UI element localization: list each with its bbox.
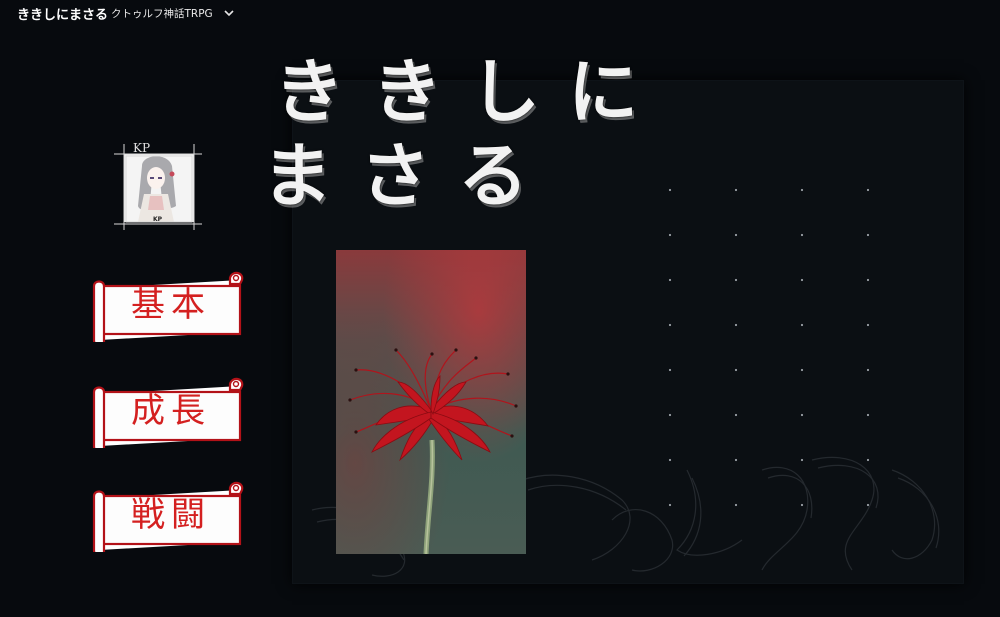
grid-dot	[866, 503, 870, 507]
app-subtitle: クトゥルフ神話TRPG	[111, 8, 213, 20]
chevron-down-icon[interactable]	[222, 5, 236, 19]
grid-dot	[800, 458, 804, 462]
grid-dot	[800, 413, 804, 417]
menu-button-label: 戦闘	[131, 495, 211, 535]
grid-dot	[800, 323, 804, 327]
grid-dot	[734, 233, 738, 237]
menu-button-growth[interactable]: 成長	[90, 376, 245, 448]
grid-dot	[800, 188, 804, 192]
grid-dot	[866, 323, 870, 327]
grid-dot	[800, 278, 804, 282]
grid-dot	[866, 368, 870, 372]
grid-dot	[668, 323, 672, 327]
hero-title-line1: ききしに	[274, 50, 666, 133]
menu-button-label: 基本	[131, 285, 211, 325]
grid-dot	[668, 458, 672, 462]
grid-dot	[668, 368, 672, 372]
grid-dot	[734, 503, 738, 507]
top-bar: ききしにまさる クトゥルフ神話TRPG	[0, 0, 1000, 26]
grid-dot	[734, 413, 738, 417]
grid-dot	[800, 233, 804, 237]
kp-label: KP	[133, 141, 151, 155]
app-title: ききしにまさる	[17, 8, 109, 23]
grid-dot	[734, 458, 738, 462]
grid-dot	[866, 233, 870, 237]
grid-dot	[734, 188, 738, 192]
hero-title-line2: まさる	[262, 134, 556, 217]
grid-dot	[800, 503, 804, 507]
grid-dot	[800, 368, 804, 372]
grid-dot	[866, 413, 870, 417]
menu-button-basic[interactable]: 基本	[90, 270, 245, 342]
spider-lily-photo	[336, 250, 526, 554]
grid-dot	[668, 503, 672, 507]
grid-dot	[866, 458, 870, 462]
grid-dot	[866, 188, 870, 192]
menu-button-label: 成長	[131, 391, 211, 431]
hero-title: ききしに まさる	[262, 50, 702, 218]
menu-button-combat[interactable]: 戦闘	[90, 480, 245, 552]
grid-dot	[734, 368, 738, 372]
grid-dot	[668, 233, 672, 237]
grid-dot	[866, 278, 870, 282]
kp-badge: KP	[153, 216, 163, 223]
grid-dot	[668, 278, 672, 282]
grid-dot	[734, 323, 738, 327]
app-root: ききしにまさる クトゥルフ神話TRPG ききしに まさる KP KP 基本 成長…	[0, 0, 1000, 617]
grid-dot	[668, 413, 672, 417]
grid-dot	[734, 278, 738, 282]
